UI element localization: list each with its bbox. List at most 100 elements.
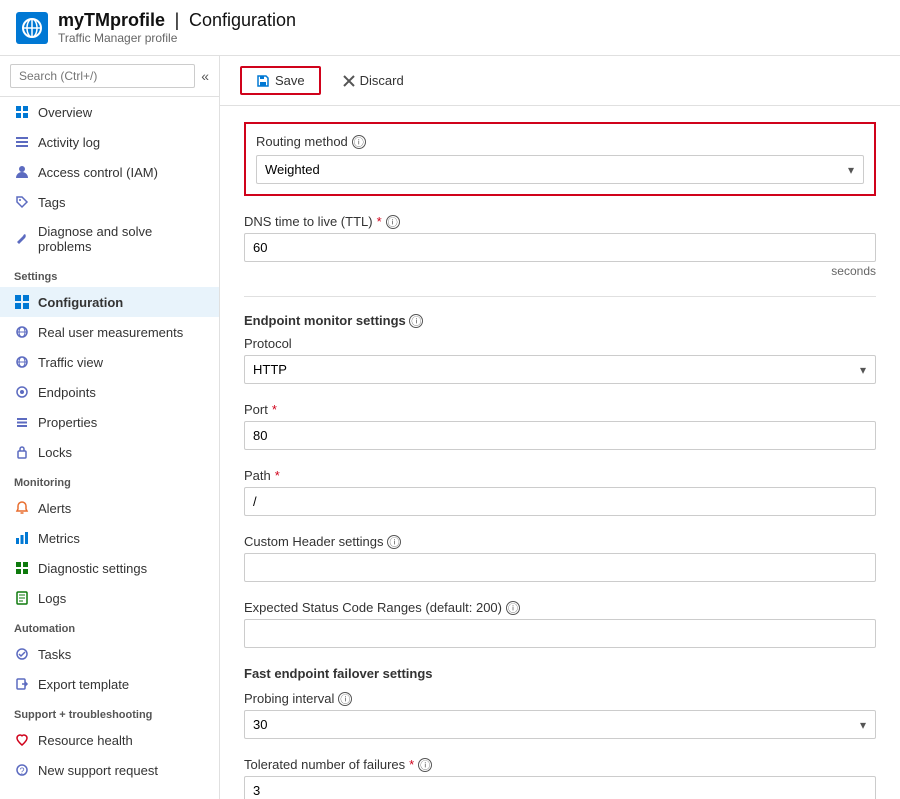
expected-status-label: Expected Status Code Ranges (default: 20… [244, 600, 876, 615]
dns-ttl-unit: seconds [244, 264, 876, 278]
sidebar-item-diagnostic-settings[interactable]: Diagnostic settings [0, 553, 219, 583]
wrench-icon [14, 231, 30, 247]
endpoint-monitor-info-icon[interactable]: ⓘ [409, 314, 423, 328]
configuration-form: Routing method ⓘ Weighted ▾ DNS time to … [220, 106, 900, 799]
sidebar-item-resource-health[interactable]: Resource health [0, 725, 219, 755]
routing-method-select[interactable]: Weighted [256, 155, 864, 184]
sidebar-item-new-support-request[interactable]: ? New support request [0, 755, 219, 785]
tolerated-failures-info-icon[interactable]: ⓘ [418, 758, 432, 772]
list-icon [14, 134, 30, 150]
protocol-select[interactable]: HTTP [244, 355, 876, 384]
path-required: * [275, 468, 280, 483]
overview-label: Overview [38, 105, 92, 120]
tolerated-failures-required: * [409, 757, 414, 772]
routing-method-section: Routing method ⓘ Weighted ▾ [244, 122, 876, 196]
dns-ttl-info-icon[interactable]: ⓘ [386, 215, 400, 229]
page-header: myTMprofile | Configuration Traffic Mana… [0, 0, 900, 56]
chart-icon [14, 530, 30, 546]
path-input-row [244, 487, 876, 516]
sidebar-item-tags[interactable]: Tags [0, 187, 219, 217]
sidebar-item-activity-log[interactable]: Activity log [0, 127, 219, 157]
custom-header-label: Custom Header settings ⓘ [244, 534, 876, 549]
task-icon [14, 646, 30, 662]
properties-label: Properties [38, 415, 97, 430]
endpoint-monitor-section: Endpoint monitor settings ⓘ Protocol HTT… [244, 313, 876, 648]
tolerated-failures-input[interactable] [244, 776, 876, 799]
lock-icon [14, 444, 30, 460]
page-title: myTMprofile | Configuration [58, 10, 296, 31]
grid-icon [14, 104, 30, 120]
automation-section-label: Automation [0, 613, 219, 639]
failover-title: Fast endpoint failover settings [244, 666, 876, 681]
resource-type: Traffic Manager profile [58, 31, 296, 45]
svg-text:?: ? [20, 766, 25, 776]
resource-health-label: Resource health [38, 733, 133, 748]
tasks-label: Tasks [38, 647, 71, 662]
section-divider-1 [244, 296, 876, 297]
sidebar-item-export-template[interactable]: Export template [0, 669, 219, 699]
settings-section-label: Settings [0, 261, 219, 287]
search-input[interactable] [10, 64, 195, 88]
new-support-request-label: New support request [38, 763, 158, 778]
dns-ttl-input[interactable] [244, 233, 876, 262]
expected-status-info-icon[interactable]: ⓘ [506, 601, 520, 615]
probing-interval-label: Probing interval ⓘ [244, 691, 876, 706]
dns-ttl-section: DNS time to live (TTL) * ⓘ seconds [244, 214, 876, 278]
toolbar: Save Discard [220, 56, 900, 106]
sidebar-item-diagnose[interactable]: Diagnose and solve problems [0, 217, 219, 261]
path-input[interactable] [244, 487, 876, 516]
failover-section: Fast endpoint failover settings Probing … [244, 666, 876, 799]
tolerated-failures-label: Tolerated number of failures * ⓘ [244, 757, 876, 772]
routing-method-select-wrapper: Weighted ▾ [256, 155, 864, 184]
probing-interval-info-icon[interactable]: ⓘ [338, 692, 352, 706]
sidebar-item-locks[interactable]: Locks [0, 437, 219, 467]
rum-label: Real user measurements [38, 325, 183, 340]
sidebar-item-iam[interactable]: Access control (IAM) [0, 157, 219, 187]
resource-name: myTMprofile [58, 10, 165, 30]
sidebar-item-overview[interactable]: Overview [0, 97, 219, 127]
protocol-select-wrapper: HTTP ▾ [244, 355, 876, 384]
custom-header-info-icon[interactable]: ⓘ [387, 535, 401, 549]
header-title-block: myTMprofile | Configuration Traffic Mana… [58, 10, 296, 45]
custom-header-input[interactable] [244, 553, 876, 582]
tag-icon [14, 194, 30, 210]
sidebar: « Overview Activity log Access control (… [0, 56, 220, 799]
diag-icon [14, 560, 30, 576]
sidebar-item-endpoints[interactable]: Endpoints [0, 377, 219, 407]
globe-icon-rum [14, 324, 30, 340]
export-icon [14, 676, 30, 692]
sidebar-item-real-user-measurements[interactable]: Real user measurements [0, 317, 219, 347]
traffic-view-label: Traffic view [38, 355, 103, 370]
globe-icon-tv [14, 354, 30, 370]
sidebar-item-properties[interactable]: Properties [0, 407, 219, 437]
alerts-label: Alerts [38, 501, 71, 516]
bars-icon [14, 414, 30, 430]
sidebar-item-alerts[interactable]: Alerts [0, 493, 219, 523]
sidebar-item-configuration[interactable]: Configuration [0, 287, 219, 317]
tags-label: Tags [38, 195, 65, 210]
expected-status-input[interactable] [244, 619, 876, 648]
sidebar-item-tasks[interactable]: Tasks [0, 639, 219, 669]
tolerated-failures-input-row [244, 776, 876, 799]
heart-icon [14, 732, 30, 748]
save-icon [256, 74, 270, 88]
collapse-button[interactable]: « [201, 68, 209, 84]
port-input[interactable] [244, 421, 876, 450]
path-label: Path * [244, 468, 876, 483]
sidebar-item-metrics[interactable]: Metrics [0, 523, 219, 553]
discard-button[interactable]: Discard [329, 68, 418, 93]
save-button[interactable]: Save [240, 66, 321, 95]
diagnostic-settings-label: Diagnostic settings [38, 561, 147, 576]
service-icon [16, 12, 48, 44]
routing-method-info-icon[interactable]: ⓘ [352, 135, 366, 149]
expected-status-input-row [244, 619, 876, 648]
activity-log-label: Activity log [38, 135, 100, 150]
sidebar-item-traffic-view[interactable]: Traffic view [0, 347, 219, 377]
title-separator: | [175, 10, 180, 30]
probing-interval-select[interactable]: 30 [244, 710, 876, 739]
config-icon [14, 294, 30, 310]
dns-ttl-required: * [377, 214, 382, 229]
endpoint-monitor-title: Endpoint monitor settings ⓘ [244, 313, 876, 328]
custom-header-input-row [244, 553, 876, 582]
sidebar-item-logs[interactable]: Logs [0, 583, 219, 613]
